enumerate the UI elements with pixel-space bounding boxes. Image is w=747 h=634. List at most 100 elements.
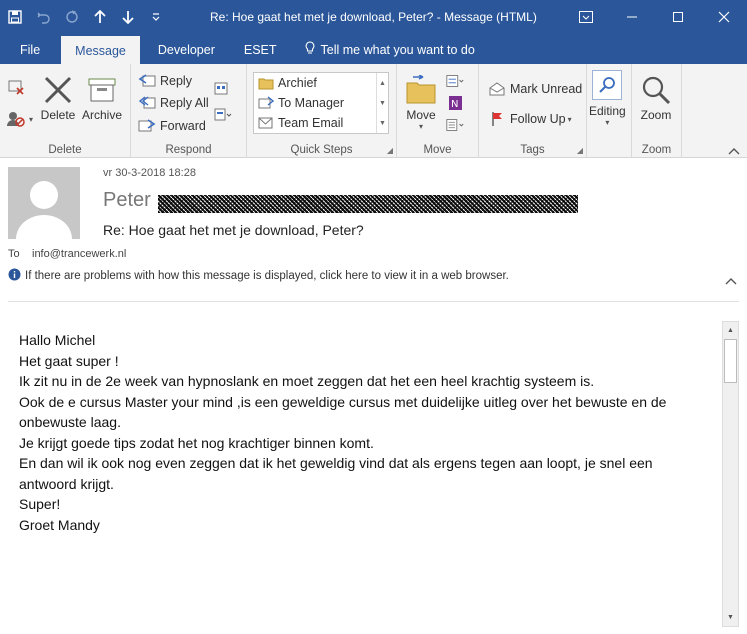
chevron-down-icon[interactable]: ▼ bbox=[379, 100, 386, 107]
tell-me-label: Tell me what you want to do bbox=[320, 43, 475, 57]
zoom-icon bbox=[638, 72, 674, 108]
delete-group-label: Delete bbox=[48, 144, 82, 156]
forward-button[interactable]: Forward bbox=[137, 115, 206, 137]
tab-eset[interactable]: ESET bbox=[230, 34, 291, 66]
undo-icon[interactable] bbox=[30, 0, 58, 34]
chevron-up-icon bbox=[724, 142, 744, 160]
body-line: Het gaat super ! bbox=[19, 352, 119, 369]
lightbulb-icon bbox=[305, 34, 315, 66]
quick-step-to-manager[interactable]: To Manager bbox=[254, 93, 388, 113]
zoom-group: Zoom Zoom bbox=[632, 64, 682, 158]
reply-all-button[interactable]: Reply All bbox=[137, 92, 209, 114]
quick-step-archief[interactable]: Archief bbox=[254, 73, 388, 93]
redo-icon[interactable] bbox=[58, 0, 86, 34]
ignore-button[interactable] bbox=[6, 76, 29, 98]
more-icon[interactable]: ▼ bbox=[379, 120, 386, 127]
delete-button[interactable]: Delete bbox=[40, 72, 76, 122]
onenote-icon: N bbox=[445, 94, 465, 112]
dialog-launcher-icon[interactable]: ◢ bbox=[577, 146, 583, 155]
mark-unread-label: Mark Unread bbox=[510, 82, 583, 96]
body-line: Super! bbox=[19, 496, 61, 512]
tab-developer[interactable]: Developer bbox=[140, 34, 230, 66]
junk-button[interactable]: ▾ bbox=[6, 108, 33, 130]
up-arrow-icon[interactable] bbox=[86, 0, 114, 34]
forward-mail-icon bbox=[258, 96, 274, 110]
to-label: To bbox=[8, 248, 20, 260]
mail-icon bbox=[258, 116, 274, 130]
editing-label: Editing bbox=[589, 104, 626, 118]
save-icon[interactable] bbox=[0, 0, 30, 34]
message-header: vr 30-3-2018 18:28 Peter Re: Hoe gaat he… bbox=[0, 159, 747, 302]
customize-icon[interactable] bbox=[142, 0, 170, 34]
quick-steps-group: Archief To Manager Team Email ▲ ▼ ▼ Quic… bbox=[247, 64, 397, 158]
body-greeting: Hallo Michel bbox=[19, 332, 96, 348]
find-icon bbox=[592, 70, 623, 100]
body-scrollbar[interactable]: ▲ ▼ bbox=[722, 321, 739, 627]
scroll-up-icon[interactable]: ▲ bbox=[723, 322, 738, 339]
move-group: Move ▾ N Move bbox=[397, 64, 479, 158]
body-line: Ook de e cursus Master your mind ,is een… bbox=[19, 393, 667, 410]
ribbon: ▾ Delete Archive Delete Reply Reply All … bbox=[0, 64, 747, 158]
unread-envelope-icon bbox=[487, 80, 507, 98]
scroll-thumb[interactable] bbox=[724, 339, 737, 383]
quick-steps-scroll[interactable]: ▲ ▼ ▼ bbox=[376, 73, 388, 133]
archive-button[interactable]: Archive bbox=[82, 72, 122, 122]
mark-unread-button[interactable]: Mark Unread bbox=[487, 78, 582, 100]
junk-icon bbox=[6, 110, 26, 128]
collapse-header-icon[interactable] bbox=[725, 276, 737, 288]
delete-x-icon bbox=[40, 72, 76, 108]
editing-group: Editing ▾ bbox=[587, 64, 632, 158]
tab-message[interactable]: Message bbox=[61, 36, 140, 66]
zoom-button[interactable]: Zoom bbox=[638, 72, 674, 122]
tell-me-search[interactable]: Tell me what you want to do bbox=[291, 34, 489, 66]
down-arrow-icon[interactable] bbox=[114, 0, 142, 34]
flag-icon bbox=[487, 110, 507, 128]
body-closing: Groet Mandy bbox=[19, 516, 100, 533]
message-subject: Re: Hoe gaat het met je download, Peter? bbox=[103, 222, 364, 238]
meeting-button[interactable] bbox=[213, 78, 236, 100]
tab-file[interactable]: File bbox=[0, 34, 61, 66]
quick-steps-gallery: Archief To Manager Team Email ▲ ▼ ▼ bbox=[253, 72, 389, 134]
delete-label: Delete bbox=[40, 108, 76, 122]
minimize-icon[interactable] bbox=[609, 0, 655, 34]
info-bar[interactable]: If there are problems with how this mess… bbox=[8, 268, 509, 284]
maximize-icon[interactable] bbox=[655, 0, 701, 34]
body-line: En dan wil ik ook nog even zeggen dat ik… bbox=[19, 455, 653, 471]
forward-icon bbox=[137, 117, 157, 135]
archive-label: Archive bbox=[82, 108, 123, 122]
reply-all-label: Reply All bbox=[160, 96, 209, 110]
archive-icon bbox=[84, 72, 120, 108]
respond-group: Reply Reply All Forward Respond bbox=[131, 64, 247, 158]
close-icon[interactable] bbox=[701, 0, 747, 34]
ribbon-options-icon[interactable] bbox=[563, 0, 609, 34]
scroll-down-icon[interactable]: ▼ bbox=[723, 609, 738, 626]
body-line: Ik zit nu in de 2e week van hypnoslank e… bbox=[19, 373, 595, 389]
quick-step-label: To Manager bbox=[278, 96, 345, 110]
dialog-launcher-icon[interactable]: ◢ bbox=[387, 146, 393, 155]
tags-group: Mark Unread Follow Up ▾ Tags ◢ bbox=[479, 64, 587, 158]
zoom-group-label: Zoom bbox=[641, 144, 672, 156]
reply-button[interactable]: Reply bbox=[137, 70, 192, 92]
reply-all-icon bbox=[137, 94, 157, 112]
chevron-up-icon[interactable]: ▲ bbox=[379, 80, 386, 87]
rules-button[interactable] bbox=[445, 70, 468, 92]
follow-up-label: Follow Up bbox=[510, 112, 566, 126]
more-respond-button[interactable] bbox=[213, 104, 236, 126]
avatar bbox=[8, 167, 80, 239]
zoom-label: Zoom bbox=[640, 108, 672, 122]
folder-icon bbox=[258, 76, 274, 90]
sender-name[interactable]: Peter bbox=[103, 189, 151, 212]
more-respond-icon bbox=[213, 106, 233, 124]
move-button[interactable]: Move ▾ bbox=[403, 72, 439, 131]
info-icon bbox=[8, 268, 21, 284]
divider bbox=[8, 301, 739, 302]
onenote-button[interactable]: N bbox=[445, 92, 468, 114]
quick-step-team-email[interactable]: Team Email bbox=[254, 113, 388, 133]
reply-icon bbox=[137, 72, 157, 90]
redacted-email bbox=[158, 195, 578, 213]
to-recipient[interactable]: info@trancewerk.nl bbox=[32, 248, 126, 260]
editing-button[interactable]: Editing ▾ bbox=[589, 70, 626, 127]
actions-button[interactable] bbox=[445, 114, 468, 136]
quick-step-label: Archief bbox=[278, 76, 317, 90]
follow-up-button[interactable]: Follow Up ▾ bbox=[487, 108, 572, 130]
